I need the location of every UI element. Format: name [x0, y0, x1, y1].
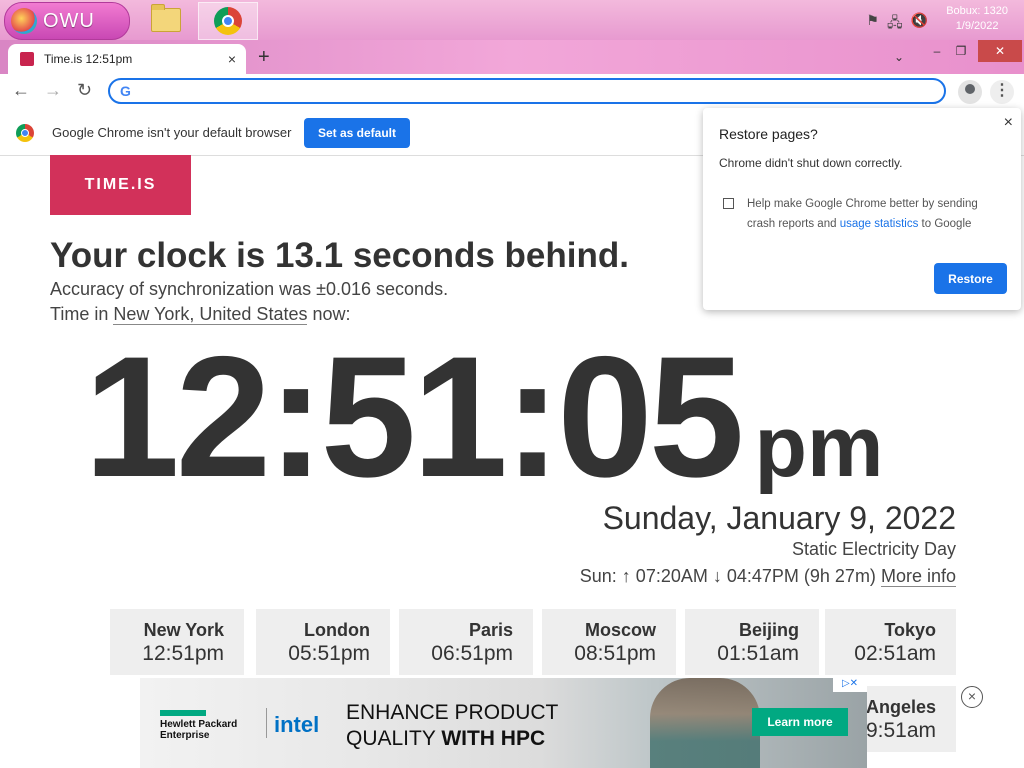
back-arrow-icon[interactable]: ← — [12, 80, 30, 101]
taskbar: OWU ⚑ 🖧 🔇 Bobux: 1320 1/9/2022 — [0, 0, 1024, 40]
city-clock[interactable]: London 05:51pm — [256, 609, 390, 675]
city-time: 02:51am — [854, 642, 936, 665]
usage-statistics-link[interactable]: usage statistics — [840, 218, 919, 230]
taskbar-file-explorer[interactable] — [137, 2, 195, 38]
restore-button[interactable]: Restore — [934, 263, 1007, 294]
browser-toolbar: ← → ↻ G ⋮ — [0, 74, 1024, 111]
start-label: OWU — [43, 9, 95, 32]
dialog-message: Chrome didn't shut down correctly. — [719, 156, 903, 170]
hpe-logo: Hewlett Packard Enterprise — [160, 710, 237, 741]
checkbox-text-b: to Google — [921, 218, 972, 230]
address-bar[interactable]: G — [108, 78, 946, 104]
adchoices-icon[interactable]: ▷✕ — [833, 678, 867, 692]
ad-photo — [650, 678, 760, 768]
maximize-button[interactable]: ❐ — [946, 40, 976, 62]
city-clock[interactable]: Paris 06:51pm — [399, 609, 533, 675]
checkbox-label: Help make Google Chrome better by sendin… — [747, 194, 1007, 234]
clock-time: 12:51:05 — [84, 321, 745, 513]
reload-icon[interactable]: ↻ — [77, 80, 92, 101]
advertisement-banner[interactable]: Hewlett Packard Enterprise intel ENHANCE… — [140, 678, 867, 768]
hpe-line1: Hewlett Packard — [160, 719, 238, 730]
city-clock[interactable]: New York 12:51pm — [110, 609, 244, 675]
ad-line1: ENHANCE PRODUCT — [346, 701, 559, 724]
city-time: 06:51pm — [431, 642, 513, 665]
current-date: Sunday, January 9, 2022 — [602, 500, 956, 536]
chrome-icon — [214, 7, 242, 35]
tab-search-icon[interactable]: ⌄ — [884, 46, 914, 68]
city-time: 12:51pm — [142, 642, 224, 665]
dialog-close-icon[interactable]: × — [1004, 114, 1013, 132]
city-time: 01:51am — [717, 642, 799, 665]
network-icon[interactable]: 🖧 — [887, 12, 903, 36]
city-name: Angeles — [865, 697, 936, 717]
more-info-link[interactable]: More info — [880, 566, 956, 587]
forward-arrow-icon[interactable]: → — [44, 80, 62, 101]
city-clock[interactable]: Beijing 01:51am — [685, 609, 819, 675]
window-close-button[interactable]: ✕ — [978, 40, 1022, 62]
set-as-default-button[interactable]: Set as default — [304, 118, 410, 148]
day-name: Static Electricity Day — [791, 539, 956, 559]
clock-line1: Bobux: 1320 — [946, 5, 1008, 17]
city-clock[interactable]: Tokyo 02:51am — [825, 609, 956, 675]
ad-line2-a: QUALITY — [346, 727, 442, 750]
new-tab-button[interactable]: + — [258, 46, 270, 69]
city-name: Beijing — [738, 620, 799, 640]
menu-kebab-icon[interactable]: ⋮ — [990, 80, 1014, 104]
taskbar-clock[interactable]: Bobux: 1320 1/9/2022 — [946, 4, 1008, 34]
flag-icon[interactable]: ⚑ — [866, 12, 879, 36]
crash-report-checkbox[interactable] — [723, 198, 734, 209]
tab-close-icon[interactable]: × — [228, 51, 236, 67]
city-name: Paris — [468, 620, 513, 640]
ad-divider — [266, 708, 267, 738]
clock-line2: 1/9/2022 — [955, 20, 999, 32]
city-name: Moscow — [584, 620, 656, 640]
ad-headline: ENHANCE PRODUCT QUALITY WITH HPC — [346, 700, 558, 752]
ad-line2-b: WITH HPC — [441, 727, 546, 750]
system-tray: ⚑ 🖧 🔇 — [866, 12, 928, 36]
volume-muted-icon[interactable]: 🔇 — [911, 12, 928, 36]
tab-title: Time.is 12:51pm — [44, 52, 133, 66]
tab-timeis[interactable]: Time.is 12:51pm × — [8, 44, 246, 74]
learn-more-button[interactable]: Learn more — [752, 708, 848, 736]
city-time: 08:51pm — [574, 642, 656, 665]
restore-pages-dialog: Restore pages? × Chrome didn't shut down… — [703, 108, 1021, 310]
dialog-title: Restore pages? — [719, 126, 818, 142]
hpe-line2: Enterprise — [160, 730, 210, 741]
city-name: New York — [143, 620, 224, 640]
taskbar-chrome[interactable] — [198, 2, 258, 40]
city-time: 9:51am — [865, 719, 936, 742]
ad-line2: QUALITY WITH HPC — [346, 726, 558, 752]
timeis-logo[interactable]: TIME.IS — [50, 155, 191, 215]
google-icon: G — [120, 83, 131, 99]
intel-logo: intel — [274, 712, 320, 737]
profile-avatar-icon[interactable] — [958, 80, 982, 104]
clock-ampm: pm — [754, 399, 884, 495]
city-name: Tokyo — [884, 620, 936, 640]
city-time: 05:51pm — [288, 642, 370, 665]
city-clock[interactable]: Moscow 08:51pm — [542, 609, 676, 675]
sync-accuracy: Accuracy of synchronization was ±0.016 s… — [50, 279, 449, 299]
infobar-message: Google Chrome isn't your default browser — [52, 125, 292, 140]
timeis-favicon-icon — [20, 52, 34, 66]
sun-info: Sun: ↑ 07:20AM ↓ 04:47PM (9h 27m) More i… — [580, 566, 956, 587]
clock-offset-headline: Your clock is 13.1 seconds behind. — [50, 236, 629, 275]
city-name: London — [304, 620, 370, 640]
windows-orb-icon — [11, 8, 37, 34]
start-button[interactable]: OWU — [4, 2, 130, 40]
folder-icon — [151, 4, 181, 32]
ad-close-icon[interactable]: × — [961, 686, 983, 708]
main-clock: 12:51:05 pm — [84, 318, 884, 516]
sun-times: Sun: ↑ 07:20AM ↓ 04:47PM (9h 27m) — [579, 566, 876, 586]
tab-strip: Time.is 12:51pm × + ⌄ – ❐ ✕ — [0, 40, 1024, 74]
chrome-icon — [16, 124, 34, 142]
